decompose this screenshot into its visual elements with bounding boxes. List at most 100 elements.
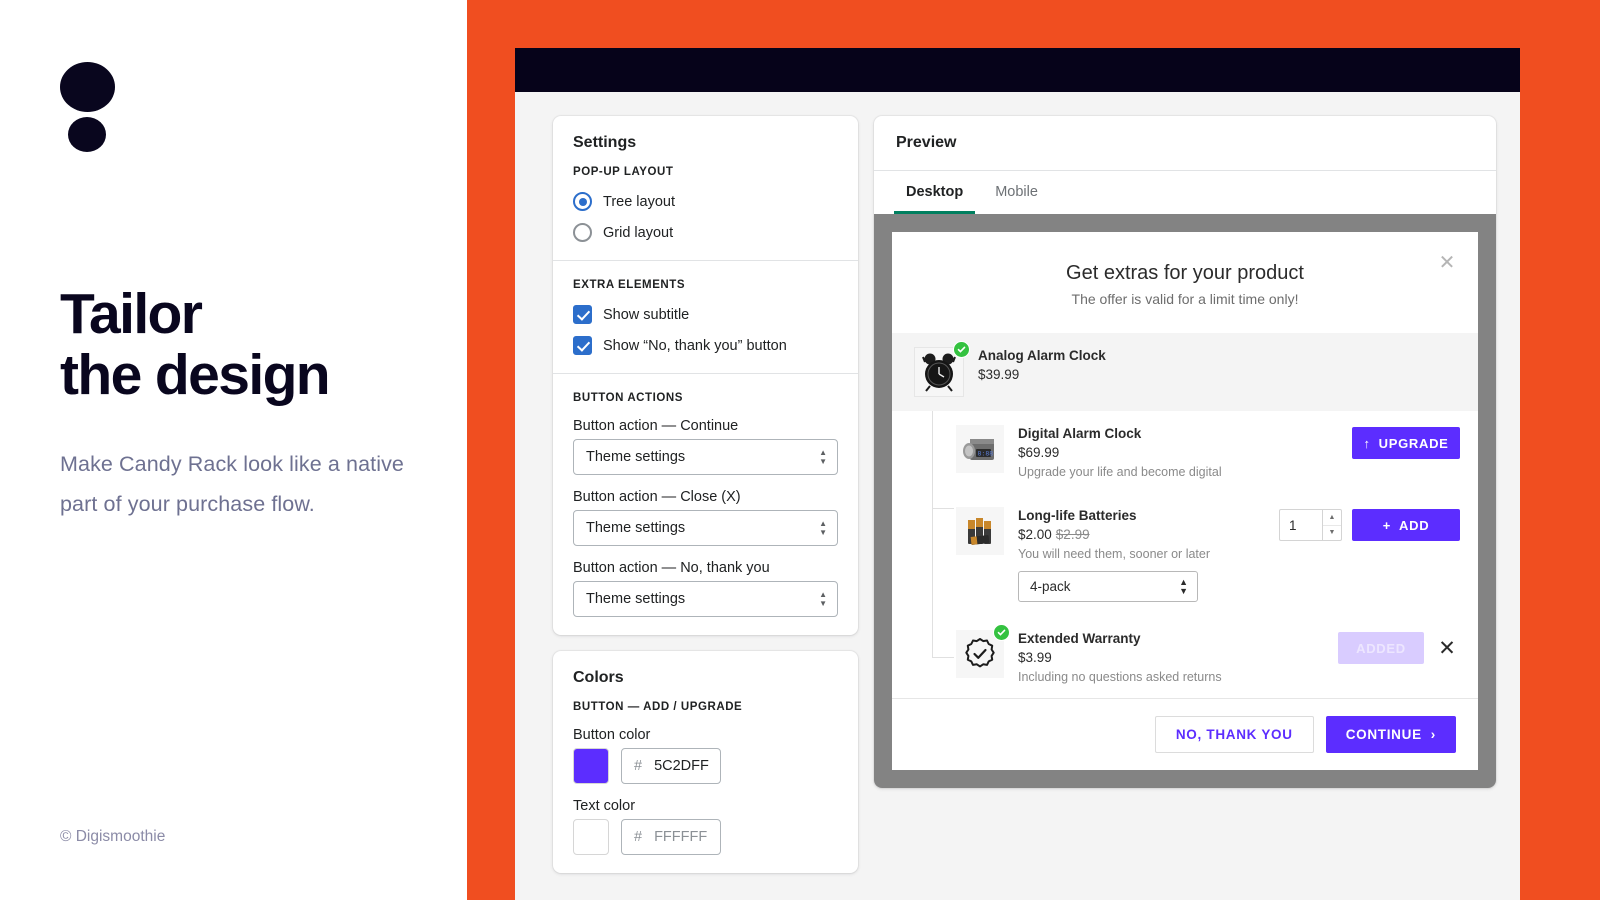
- product-info: Extended Warranty $3.99 Including no que…: [1018, 630, 1338, 684]
- popup-layout-section: POP-UP LAYOUT Tree layout Grid layout: [553, 156, 858, 260]
- button-actions-label: BUTTON ACTIONS: [573, 392, 683, 404]
- quantity-value[interactable]: 1: [1280, 510, 1322, 540]
- product-thumbnail: 8:88: [956, 425, 1004, 473]
- analog-alarm-clock-icon: [922, 353, 956, 392]
- digismoothie-logo: [60, 62, 116, 154]
- logo-dot-large: [60, 62, 115, 112]
- checkbox-indicator[interactable]: [573, 336, 592, 355]
- page-subtitle: Make Candy Rack look like a native part …: [60, 451, 404, 517]
- product-name: Long-life Batteries: [1018, 508, 1137, 523]
- field-button-action-continue: Button action — Continue Theme settings …: [573, 418, 838, 475]
- button-color-hex-input[interactable]: # 5C2DFF: [621, 748, 721, 784]
- settings-card: Settings POP-UP LAYOUT Tree layout Grid …: [553, 116, 858, 635]
- product-description: Including no questions asked returns: [1018, 670, 1222, 684]
- radio-grid-layout[interactable]: Grid layout: [573, 223, 838, 242]
- field-label: Button action — Close (X): [573, 489, 741, 505]
- product-name: Extended Warranty: [1018, 631, 1141, 646]
- arrow-up-icon: ↑: [1363, 435, 1371, 451]
- select-button-action-continue[interactable]: Theme settings ▲ ▼: [573, 439, 838, 475]
- text-color-row: # FFFFFF: [573, 819, 838, 855]
- chevron-updown-icon: ▲ ▼: [819, 448, 827, 466]
- tab-mobile[interactable]: Mobile: [983, 171, 1050, 214]
- radio-label: Tree layout: [603, 193, 675, 210]
- upgrade-button[interactable]: ↑ UPGRADE: [1352, 427, 1460, 459]
- list-item[interactable]: Extended Warranty $3.99 Including no que…: [892, 616, 1478, 698]
- text-color-hex-input[interactable]: # FFFFFF: [621, 819, 721, 855]
- device-preview-frame: Get extras for your product The offer is…: [874, 214, 1496, 788]
- price-current: $2.00: [1018, 527, 1052, 542]
- batteries-image: [956, 507, 1004, 555]
- button-color-swatch[interactable]: [573, 748, 609, 784]
- field-label: Text color: [573, 798, 636, 814]
- quantity-buttons: ▲ ▼: [1322, 510, 1341, 540]
- hash-symbol: #: [634, 829, 643, 845]
- select-value: Theme settings: [586, 591, 686, 607]
- product-info: Analog Alarm Clock $39.99: [978, 347, 1460, 382]
- added-button[interactable]: ADDED: [1338, 632, 1424, 664]
- add-button[interactable]: + ADD: [1352, 509, 1460, 541]
- close-icon[interactable]: ✕: [1438, 253, 1456, 273]
- field-label: Button action — No, thank you: [573, 560, 770, 576]
- field-label: Button color: [573, 727, 651, 743]
- digital-alarm-clock-icon: 8:88: [963, 439, 994, 460]
- radio-label: Grid layout: [603, 224, 674, 241]
- app-window: Settings POP-UP LAYOUT Tree layout Grid …: [515, 48, 1520, 900]
- radio-indicator[interactable]: [573, 223, 592, 242]
- product-actions: 1 ▲ ▼ + ADD: [1279, 507, 1460, 541]
- remove-item-close-icon[interactable]: ✕: [1434, 632, 1460, 664]
- plus-icon: +: [1382, 517, 1392, 533]
- quantity-increase-icon[interactable]: ▲: [1323, 510, 1341, 526]
- select-value: Theme settings: [586, 520, 686, 536]
- product-name: Digital Alarm Clock: [1018, 426, 1142, 441]
- preview-card: Preview Desktop Mobile Get extras for yo…: [874, 116, 1496, 788]
- list-item[interactable]: Analog Alarm Clock $39.99: [892, 333, 1478, 411]
- checkbox-show-no-thank-you[interactable]: Show “No, thank you” button: [573, 336, 838, 355]
- headline-line-2: the design: [60, 342, 331, 407]
- checkbox-label: Show subtitle: [603, 306, 690, 323]
- checkbox-show-subtitle[interactable]: Show subtitle: [573, 305, 838, 324]
- field-button-action-close: Button action — Close (X) Theme settings…: [573, 489, 838, 546]
- list-item[interactable]: 8:88 Digital Alarm Clock $69.99 Upgrade …: [892, 411, 1478, 493]
- chevron-right-icon: ›: [1430, 727, 1436, 742]
- product-thumbnail: [956, 624, 1010, 678]
- product-description: You will need them, sooner or later: [1018, 547, 1211, 561]
- product-description: Upgrade your life and become digital: [1018, 465, 1222, 479]
- checkbox-label: Show “No, thank you” button: [603, 337, 787, 354]
- settings-title: Settings: [573, 134, 637, 151]
- chevron-updown-icon: ▲ ▼: [819, 519, 827, 537]
- select-button-action-close[interactable]: Theme settings ▲ ▼: [573, 510, 838, 546]
- text-color-swatch[interactable]: [573, 819, 609, 855]
- tab-desktop[interactable]: Desktop: [894, 171, 976, 214]
- preview-tabs: Desktop Mobile: [874, 171, 1496, 214]
- radio-tree-layout[interactable]: Tree layout: [573, 192, 838, 211]
- settings-column: Settings POP-UP LAYOUT Tree layout Grid …: [553, 116, 858, 873]
- preview-title: Preview: [874, 116, 1496, 171]
- button-color-row: # 5C2DFF: [573, 748, 838, 784]
- select-button-action-no-thank-you[interactable]: Theme settings ▲ ▼: [573, 581, 838, 617]
- extra-elements-label: EXTRA ELEMENTS: [573, 279, 686, 291]
- field-button-action-no-thank-you: Button action — No, thank you Theme sett…: [573, 560, 838, 617]
- copyright-notice: © Digismoothie: [60, 828, 166, 845]
- continue-button[interactable]: CONTINUE ›: [1325, 716, 1456, 753]
- price-current: $69.99: [1018, 445, 1060, 460]
- app-content: Settings POP-UP LAYOUT Tree layout Grid …: [515, 92, 1520, 873]
- checkbox-indicator[interactable]: [573, 305, 592, 324]
- price-original: $2.99: [1055, 527, 1090, 542]
- colors-button-group: BUTTON — ADD / UPGRADE Button color # 5C…: [553, 691, 858, 873]
- no-thank-you-button[interactable]: NO, THANK YOU: [1154, 716, 1314, 753]
- orange-backdrop: Settings POP-UP LAYOUT Tree layout Grid …: [467, 0, 1600, 900]
- quantity-stepper[interactable]: 1 ▲ ▼: [1279, 509, 1342, 541]
- product-thumbnail: [914, 341, 970, 397]
- product-price: $2.00 $2.99: [1018, 527, 1279, 542]
- batteries-icon: [968, 518, 991, 545]
- list-item[interactable]: Long-life Batteries $2.00 $2.99 You will …: [892, 493, 1478, 616]
- product-list: Analog Alarm Clock $39.99 8:88 Digital A…: [892, 333, 1478, 698]
- variant-select[interactable]: 4-pack ▲ ▼: [1018, 571, 1198, 602]
- product-thumbnail: [956, 507, 1004, 555]
- price-current: $39.99: [978, 367, 1020, 382]
- headline-line-1: Tailor: [60, 282, 203, 346]
- popup-title: Get extras for your product: [1066, 262, 1304, 284]
- quantity-decrease-icon[interactable]: ▼: [1323, 526, 1341, 541]
- radio-indicator[interactable]: [573, 192, 592, 211]
- popup-footer: NO, THANK YOU CONTINUE ›: [892, 698, 1478, 770]
